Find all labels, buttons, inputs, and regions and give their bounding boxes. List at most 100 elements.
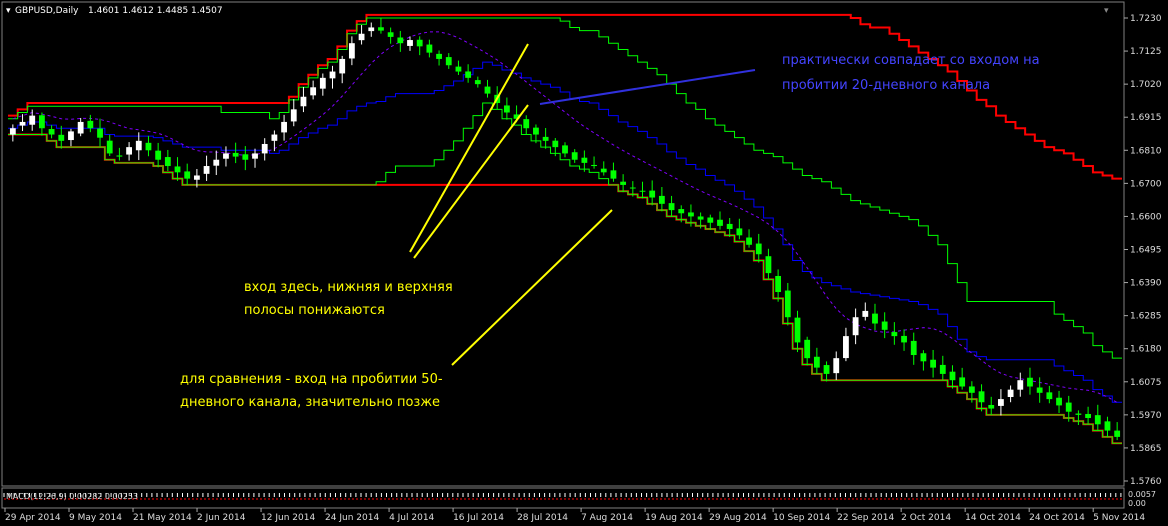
price-tick-label: 1.6915	[1130, 113, 1162, 123]
candle-body	[775, 275, 782, 293]
entry-note-line1: вход здесь, нижняя и верхняя	[244, 280, 453, 295]
candle-body	[38, 115, 45, 129]
date-tick-label: 4 Jul 2014	[389, 513, 434, 523]
date-tick-label: 2 Oct 2014	[901, 513, 951, 523]
candle-body	[881, 321, 888, 330]
candle-body	[77, 121, 84, 134]
candle-body	[591, 164, 597, 167]
candle-body	[9, 128, 16, 135]
candle-body	[872, 313, 878, 324]
candle-body	[765, 256, 772, 274]
price-tick-label: 1.6600	[1130, 212, 1162, 222]
candle-body	[1085, 413, 1092, 419]
candle-body	[998, 399, 1004, 406]
candle-body	[1104, 421, 1111, 431]
compare-note-line1: для сравнения - вход на пробитии 50-	[180, 372, 443, 387]
price-tick-label: 1.5865	[1130, 444, 1162, 454]
date-tick-label: 28 Jul 2014	[517, 513, 568, 523]
candle-body	[503, 105, 510, 113]
candle-body	[368, 27, 375, 32]
candle-body	[339, 58, 346, 74]
candle-body	[223, 153, 229, 159]
candle-body	[474, 80, 481, 85]
candle-body	[1017, 380, 1024, 390]
compare-note-line2: дневного канала, значительно позже	[180, 395, 440, 410]
date-tick-label: 2 Jun 2014	[197, 513, 246, 523]
chart-background	[0, 0, 1168, 526]
candle-body	[910, 340, 917, 356]
date-tick-label: 14 Oct 2014	[965, 513, 1021, 523]
candle-body	[407, 40, 413, 46]
date-tick-label: 21 May 2014	[133, 513, 192, 523]
candle-body	[203, 166, 210, 174]
candle-body	[629, 187, 636, 189]
candle-body	[1007, 389, 1014, 398]
candle-body	[290, 109, 297, 122]
date-tick-label: 5 Nov 2014	[1093, 513, 1145, 523]
candle-body	[416, 39, 423, 47]
candle-body	[1027, 377, 1033, 387]
candle-body	[426, 44, 433, 53]
candle-body	[436, 53, 442, 59]
price-tick-label: 1.7125	[1130, 47, 1162, 57]
candle-body	[184, 171, 191, 179]
candle-body	[397, 37, 404, 44]
candle-body	[988, 404, 995, 409]
candle-body	[378, 27, 384, 31]
candle-body	[813, 356, 820, 368]
candle-body	[755, 243, 762, 255]
candle-body	[155, 150, 162, 160]
macd-label: MACD(12,26,9) 0.00282 0.00253	[6, 492, 138, 501]
candle-body	[271, 134, 278, 141]
candle-body	[581, 157, 588, 163]
ohlc-values: 1.4601 1.4612 1.4485 1.4507	[88, 6, 223, 16]
candle-body	[116, 155, 123, 157]
candle-body	[823, 365, 830, 374]
candle-body	[533, 127, 539, 135]
price-tick-label: 1.7230	[1130, 14, 1162, 24]
collapse-arrow-icon[interactable]: ▾	[1104, 6, 1109, 16]
price-tick-label: 1.5970	[1130, 411, 1162, 421]
price-tick-label: 1.6285	[1130, 312, 1162, 322]
candle-body	[920, 353, 927, 362]
candle-body	[300, 96, 307, 107]
price-tick-label: 1.6075	[1130, 378, 1162, 388]
candle-body	[174, 166, 181, 173]
candle-body	[126, 147, 132, 155]
date-tick-label: 24 Jun 2014	[325, 513, 379, 523]
candle-body	[968, 386, 975, 393]
candle-body	[358, 33, 365, 41]
candle-body	[329, 71, 336, 79]
symbol-arrow-icon: ▾	[6, 6, 11, 16]
price-tick-label: 1.5760	[1130, 477, 1162, 487]
candle-body	[58, 134, 65, 141]
candle-body	[804, 339, 811, 359]
candle-body	[261, 143, 268, 154]
candle-body	[688, 212, 694, 217]
candle-body	[348, 43, 355, 59]
candle-body	[600, 168, 607, 173]
candle-body	[843, 336, 849, 359]
candle-body	[445, 57, 452, 66]
candle-body	[571, 152, 578, 160]
candle-body	[610, 170, 617, 179]
candle-body	[668, 203, 675, 211]
candle-body	[833, 358, 840, 374]
candle-body	[87, 120, 94, 129]
candle-body	[930, 359, 937, 368]
candle-body	[562, 145, 568, 154]
candle-body	[852, 317, 859, 336]
candle-body	[252, 153, 258, 159]
candle-body	[658, 195, 665, 204]
candle-body	[48, 129, 55, 135]
date-tick-label: 22 Sep 2014	[837, 513, 894, 523]
candle-body	[678, 209, 685, 214]
candle-body	[1036, 387, 1043, 393]
candle-body	[455, 66, 462, 72]
candle-body	[959, 377, 966, 387]
candle-body	[1094, 415, 1101, 425]
candle-body	[145, 142, 152, 151]
candle-body	[746, 237, 752, 245]
candle-body	[319, 77, 326, 89]
candle-body	[1065, 402, 1072, 412]
